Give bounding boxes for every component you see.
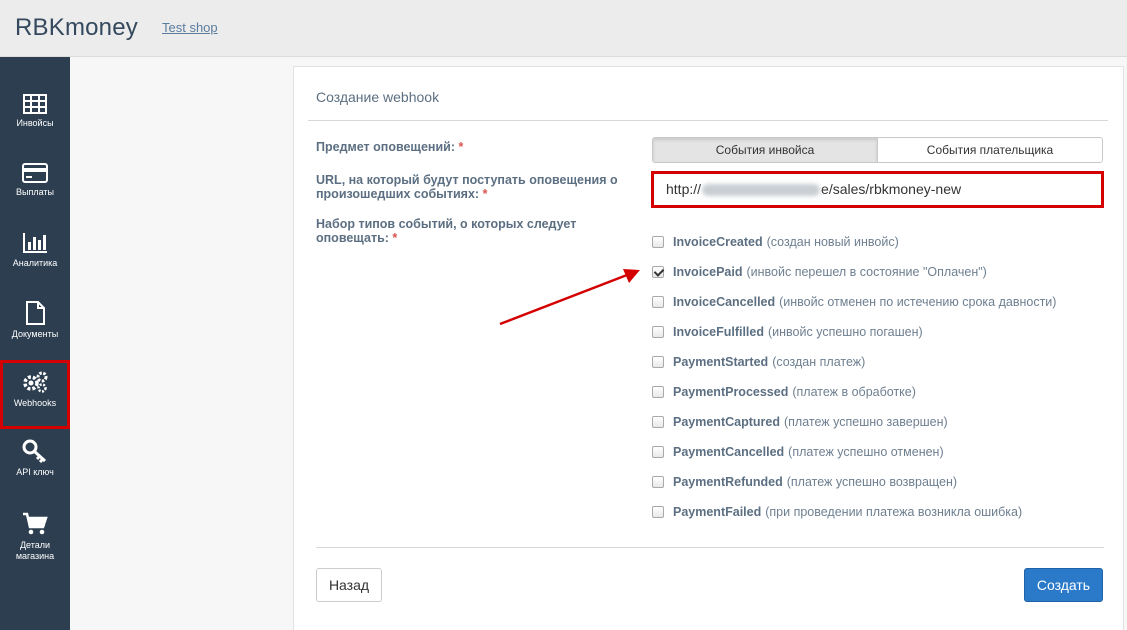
event-option-paymentstarted[interactable]: PaymentStarted (создан платеж) bbox=[652, 347, 1056, 377]
url-suffix: e/sales/rbkmoney-new bbox=[821, 181, 962, 197]
event-option-paymentfailed[interactable]: PaymentFailed (при проведении платежа воз… bbox=[652, 497, 1056, 527]
event-checkbox[interactable] bbox=[652, 416, 664, 428]
event-description: (создан платеж) bbox=[772, 355, 866, 369]
subject-label: Предмет оповещений: * bbox=[316, 140, 464, 154]
event-name: PaymentCancelled bbox=[673, 445, 785, 459]
event-checkbox[interactable] bbox=[652, 446, 664, 458]
sidebar-item-payouts[interactable]: Выплаты bbox=[0, 163, 70, 232]
subject-payer-events-button[interactable]: События плательщика bbox=[878, 138, 1102, 162]
page-title: Создание webhook bbox=[316, 89, 440, 105]
event-description: (платеж успешно завершен) bbox=[783, 415, 948, 429]
sidebar-item-invoices[interactable]: Инвойсы bbox=[0, 94, 70, 163]
event-description: (платеж успешно отменен) bbox=[788, 445, 944, 459]
credit-card-icon bbox=[22, 163, 48, 183]
event-name: PaymentCaptured bbox=[673, 415, 780, 429]
event-name: InvoiceFulfilled bbox=[673, 325, 764, 339]
event-checkbox[interactable] bbox=[652, 356, 664, 368]
event-name: PaymentRefunded bbox=[673, 475, 783, 489]
subject-toggle: События инвойса События плательщика bbox=[652, 137, 1103, 163]
events-label: Набор типов событий, о которых следует о… bbox=[316, 217, 577, 245]
event-description: (инвойс перешел в состояние "Оплачен") bbox=[746, 265, 987, 279]
sidebar-item-shop-details[interactable]: Детали магазина bbox=[0, 512, 70, 592]
key-icon bbox=[22, 439, 47, 463]
event-description: (инвойс отменен по истечению срока давно… bbox=[779, 295, 1057, 309]
sidebar-item-label: Документы bbox=[11, 329, 59, 339]
url-label: URL, на который будут поступать оповещен… bbox=[316, 173, 618, 201]
event-description: (при проведении платежа возникла ошибка) bbox=[765, 505, 1023, 519]
divider bbox=[308, 120, 1108, 121]
sidebar: Инвойсы Выплаты Аналитика Документы Webh… bbox=[0, 57, 70, 630]
event-checkbox[interactable] bbox=[652, 326, 664, 338]
sidebar-item-label: Инвойсы bbox=[16, 118, 54, 128]
event-checkbox[interactable] bbox=[652, 236, 664, 248]
sidebar-item-label: API ключ bbox=[16, 467, 54, 477]
event-checkbox[interactable] bbox=[652, 266, 664, 278]
event-name: PaymentStarted bbox=[673, 355, 769, 369]
event-checkbox[interactable] bbox=[652, 506, 664, 518]
sidebar-item-label: Webhooks bbox=[13, 398, 57, 408]
event-description: (создан новый инвойс) bbox=[766, 235, 899, 249]
event-name: InvoicePaid bbox=[673, 265, 743, 279]
event-checkbox[interactable] bbox=[652, 386, 664, 398]
bar-chart-icon bbox=[23, 233, 47, 253]
event-option-invoicefulfilled[interactable]: InvoiceFulfilled (инвойс успешно погашен) bbox=[652, 317, 1056, 347]
event-checkbox[interactable] bbox=[652, 296, 664, 308]
cart-icon bbox=[23, 512, 48, 535]
top-bar: RBKmoney Test shop bbox=[0, 0, 1127, 57]
event-name: PaymentProcessed bbox=[673, 385, 789, 399]
table-icon bbox=[23, 94, 47, 114]
shop-link[interactable]: Test shop bbox=[162, 20, 218, 35]
event-option-paymentcancelled[interactable]: PaymentCancelled (платеж успешно отменен) bbox=[652, 437, 1056, 467]
event-name: InvoiceCreated bbox=[673, 235, 763, 249]
sidebar-item-label: Аналитика bbox=[12, 258, 58, 268]
brand-logo[interactable]: RBKmoney bbox=[15, 14, 138, 42]
webhook-form-panel: Создание webhook Предмет оповещений: * С… bbox=[293, 66, 1124, 630]
event-name: PaymentFailed bbox=[673, 505, 762, 519]
event-description: (инвойс успешно погашен) bbox=[768, 325, 923, 339]
url-input[interactable]: http:// e/sales/rbkmoney-new bbox=[651, 171, 1104, 208]
create-button[interactable]: Создать bbox=[1024, 568, 1103, 602]
event-option-paymentcaptured[interactable]: PaymentCaptured (платеж успешно завершен) bbox=[652, 407, 1056, 437]
sidebar-item-analytics[interactable]: Аналитика bbox=[0, 232, 70, 301]
event-checkbox-list: InvoiceCreated (создан новый инвойс) Invoi… bbox=[652, 227, 1056, 527]
gears-icon bbox=[23, 371, 48, 393]
sidebar-item-label: Детали магазина bbox=[15, 540, 55, 561]
divider bbox=[316, 547, 1104, 548]
url-prefix: http:// bbox=[666, 181, 702, 197]
event-option-paymentprocessed[interactable]: PaymentProcessed (платеж в обработке) bbox=[652, 377, 1056, 407]
redacted-host bbox=[702, 184, 821, 197]
event-name: InvoiceCancelled bbox=[673, 295, 776, 309]
event-option-invoicecancelled[interactable]: InvoiceCancelled (инвойс отменен по истеч… bbox=[652, 287, 1056, 317]
event-description: (платеж успешно возвращен) bbox=[786, 475, 958, 489]
back-button[interactable]: Назад bbox=[316, 568, 382, 602]
event-option-paymentrefunded[interactable]: PaymentRefunded (платеж успешно возвращен… bbox=[652, 467, 1056, 497]
sidebar-item-api-key[interactable]: API ключ bbox=[0, 439, 70, 508]
sidebar-item-label: Выплаты bbox=[16, 187, 54, 197]
sidebar-item-webhooks[interactable]: Webhooks bbox=[0, 360, 70, 429]
subject-invoice-events-button[interactable]: События инвойса bbox=[653, 138, 878, 162]
event-option-invoicepaid[interactable]: InvoicePaid (инвойс перешел в состояние "… bbox=[652, 257, 1056, 287]
event-description: (платеж в обработке) bbox=[792, 385, 916, 399]
event-checkbox[interactable] bbox=[652, 476, 664, 488]
annotation-arrow-icon bbox=[499, 269, 640, 326]
event-option-invoicecreated[interactable]: InvoiceCreated (создан новый инвойс) bbox=[652, 227, 1056, 257]
document-icon bbox=[26, 301, 45, 325]
